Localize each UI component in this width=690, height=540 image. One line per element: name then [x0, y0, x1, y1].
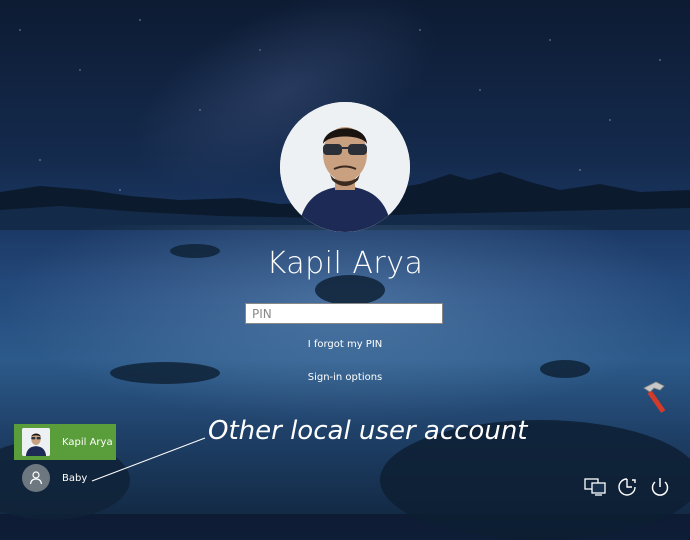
pin-input[interactable]	[245, 303, 443, 324]
network-icon[interactable]	[583, 474, 607, 500]
power-icon[interactable]	[648, 474, 672, 500]
user-tile-label: Baby	[62, 472, 88, 484]
user-photo	[280, 102, 410, 232]
generic-user-icon	[22, 464, 50, 492]
user-tile-kapil-arya[interactable]: Kapil Arya	[14, 424, 116, 460]
user-tile-avatar	[22, 428, 50, 456]
user-name: Kapil Arya	[266, 246, 424, 281]
annotation-text: Other local user account	[208, 416, 528, 446]
hammer-watermark-icon	[643, 381, 666, 413]
user-tile-baby[interactable]: Baby	[14, 460, 116, 496]
ease-of-access-icon[interactable]	[615, 474, 639, 500]
user-avatar	[280, 102, 410, 232]
forgot-pin-link[interactable]: I forgot my PIN	[0, 339, 690, 350]
user-tile-label: Kapil Arya	[62, 436, 113, 448]
sign-in-options-link[interactable]: Sign-in options	[0, 372, 690, 383]
